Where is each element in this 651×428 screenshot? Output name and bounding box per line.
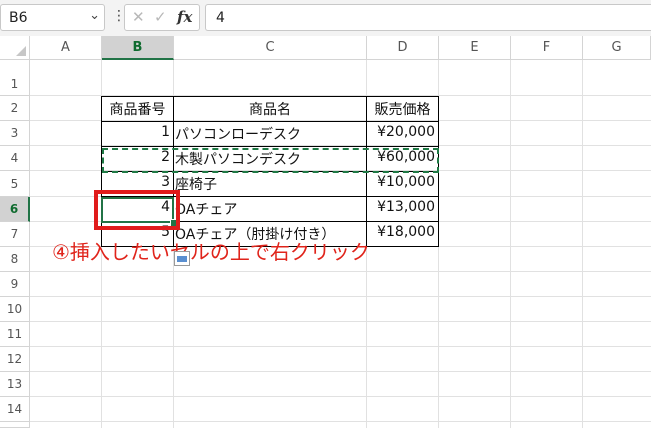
row-header-5[interactable]: 5: [0, 171, 30, 197]
header-product-name[interactable]: 商品名: [174, 99, 366, 119]
column-header-a[interactable]: A: [30, 36, 102, 60]
formula-input-value: 4: [216, 10, 225, 26]
table-border-header: [101, 121, 439, 122]
table-border-r1: [101, 146, 439, 147]
column-header-c[interactable]: C: [174, 36, 367, 60]
row-header-7[interactable]: 7: [0, 222, 30, 247]
header-product-number[interactable]: 商品番号: [102, 99, 173, 119]
row-header-12[interactable]: 12: [0, 347, 30, 372]
paste-options-icon-fill: [177, 256, 187, 262]
row-header-11[interactable]: 11: [0, 322, 30, 347]
annotation-text: ④挿入したいセルの上で右クリック: [52, 240, 370, 264]
row-header-6[interactable]: 6: [0, 197, 30, 222]
cell-price-1[interactable]: ¥20,000: [367, 124, 438, 140]
annotation-highlight-box: [94, 190, 180, 230]
cell-name-3[interactable]: 座椅子: [174, 174, 366, 194]
row-header-14[interactable]: 14: [0, 397, 30, 422]
row-header-13[interactable]: 13: [0, 372, 30, 397]
name-box-value: B6: [9, 10, 28, 26]
column-header-d[interactable]: D: [367, 36, 439, 60]
formula-buttons: ✕ ✓ fx: [124, 4, 200, 31]
cell-name-1[interactable]: パソコンローデスク: [174, 124, 366, 144]
enter-check-icon[interactable]: ✓: [154, 8, 167, 26]
row-header-2[interactable]: 2: [0, 96, 30, 121]
copy-marquee: [102, 148, 439, 173]
table-border-top: [101, 96, 439, 97]
cell-price-5[interactable]: ¥18,000: [367, 224, 438, 240]
select-all-icon: [16, 46, 26, 56]
column-header-b[interactable]: B: [102, 36, 174, 60]
row-header-3[interactable]: 3: [0, 121, 30, 146]
header-sale-price[interactable]: 販売価格: [367, 99, 438, 119]
row-header-1[interactable]: 1: [0, 60, 30, 96]
column-header-f[interactable]: F: [511, 36, 583, 60]
cancel-icon[interactable]: ✕: [132, 8, 145, 26]
name-box[interactable]: B6 ⌄: [0, 4, 105, 31]
formula-bar: B6 ⌄ ⋮ ✕ ✓ fx 4: [0, 0, 651, 36]
column-header-e[interactable]: E: [439, 36, 511, 60]
paste-options-icon[interactable]: [174, 251, 190, 266]
row-header-8[interactable]: 8: [0, 247, 30, 272]
row-header-9[interactable]: 9: [0, 272, 30, 297]
formula-input[interactable]: 4: [205, 4, 651, 31]
cell-no-3[interactable]: 3: [102, 174, 173, 190]
row-header-15[interactable]: 15: [0, 422, 30, 428]
row-header-4[interactable]: 4: [0, 146, 30, 171]
column-header-g[interactable]: G: [583, 36, 651, 60]
cell-price-3[interactable]: ¥10,000: [367, 174, 438, 190]
chevron-down-icon[interactable]: ⌄: [89, 8, 100, 23]
row-header-10[interactable]: 10: [0, 297, 30, 322]
cell-price-4[interactable]: ¥13,000: [367, 199, 438, 215]
cell-no-1[interactable]: 1: [102, 124, 173, 140]
function-icon[interactable]: fx: [177, 8, 192, 26]
select-all-button[interactable]: [0, 36, 30, 60]
cell-name-4[interactable]: OAチェア: [174, 199, 366, 219]
